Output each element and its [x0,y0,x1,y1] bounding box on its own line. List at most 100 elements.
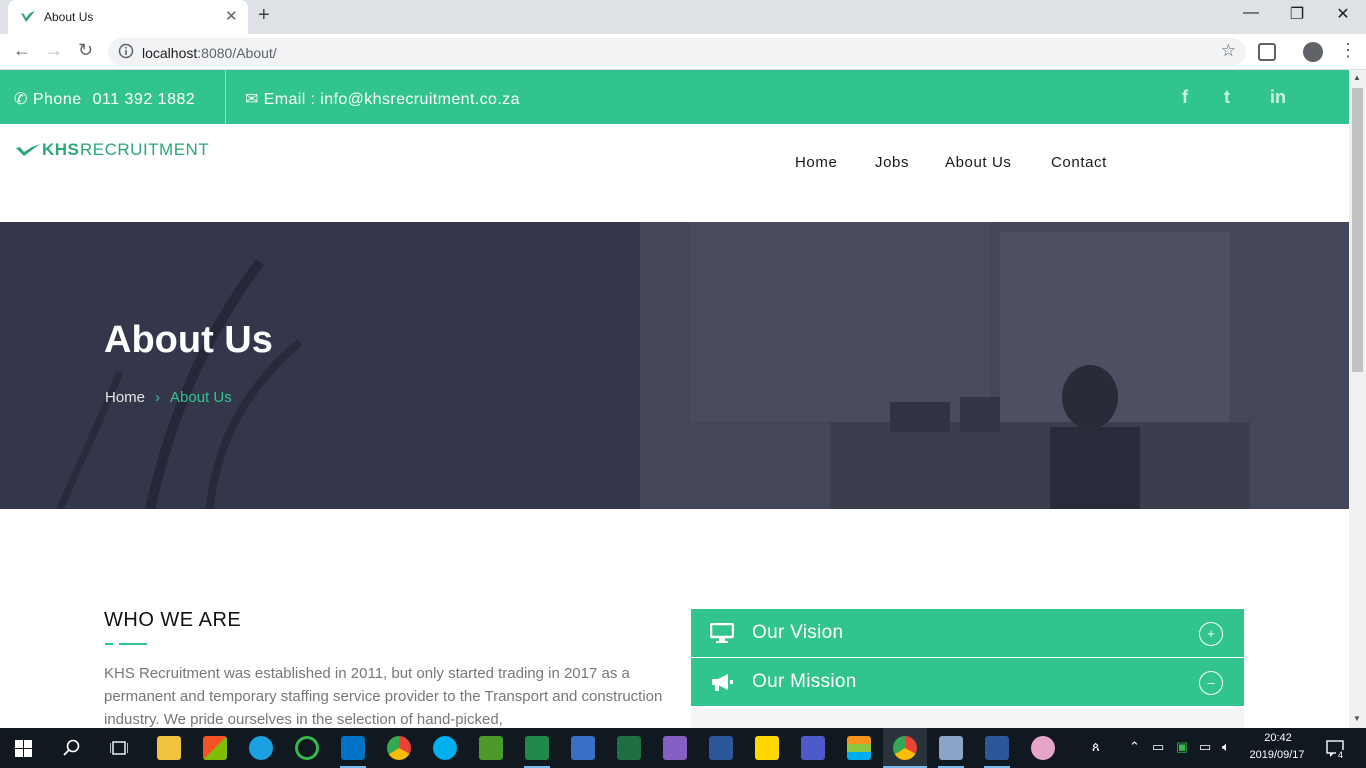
accordion-vision[interactable]: Our Vision + [691,609,1244,657]
breadcrumb: Home › About Us [105,389,232,406]
task-view-icon[interactable] [110,740,128,756]
restore-icon[interactable]: ❐ [1274,4,1320,24]
scrollbar-thumb[interactable] [1352,88,1363,372]
browser-menu-icon[interactable]: ⋮ [1339,40,1357,61]
email-info: ✉ Email : info@khsrecruitment.co.za [245,89,520,109]
info-icon[interactable] [118,43,134,59]
page-title: About Us [104,319,273,361]
skype-icon[interactable] [433,736,457,760]
url-path: :8080/About/ [197,45,277,61]
chrome-active-icon[interactable] [893,736,917,760]
email-label: Email : [263,91,316,108]
bookmark-star-icon[interactable]: ☆ [1221,41,1236,61]
nav-about[interactable]: About Us [945,154,1012,171]
logo-text-light: RECRUITMENT [80,140,210,159]
expand-icon[interactable]: + [1199,622,1223,646]
people-icon[interactable]: ጰ [1092,739,1100,755]
search-icon[interactable] [63,739,81,757]
accordion-vision-label: Our Vision [752,622,844,643]
sync-app-icon[interactable] [295,736,319,760]
url-text: localhost:8080/About/ [142,45,277,61]
reload-icon[interactable]: ↻ [78,40,93,61]
clock-time[interactable]: 20:42 [1250,732,1306,744]
notification-count: 4 [1336,750,1346,760]
page-banner: About Us Home › About Us [0,222,1349,509]
facebook-icon[interactable]: f [1182,87,1188,108]
chrome-icon[interactable] [387,736,411,760]
site-header: KHS RECRUITMENT Home Jobs About Us Conta… [0,124,1349,222]
web-page: ✆ Phone 011 392 1882 ✉ Email : info@khsr… [0,70,1349,728]
back-icon[interactable]: ← [13,40,31,61]
forward-icon[interactable]: → [45,40,63,61]
profile-avatar-icon[interactable] [1303,42,1323,62]
twitter-icon[interactable]: t [1224,87,1230,108]
browser-toolbar: ← → ↻ localhost:8080/About/ ☆ ⋮ [0,34,1366,70]
word-icon[interactable] [985,736,1009,760]
about-paragraph: KHS Recruitment was established in 2011,… [104,665,663,728]
collapse-icon[interactable]: – [1199,671,1223,695]
store-icon[interactable] [203,736,227,760]
phone-number[interactable]: 011 392 1882 [93,91,196,108]
teams-icon[interactable] [801,736,825,760]
logo-check-icon [16,144,40,156]
battery-icon[interactable]: ▭ [1199,739,1211,755]
visual-studio-icon[interactable] [663,736,687,760]
extension-icon[interactable] [1258,43,1276,61]
monitor-icon [710,623,734,643]
chart-app-icon[interactable] [479,736,503,760]
megaphone-icon [712,674,733,691]
sticky-notes-icon[interactable] [755,736,779,760]
chevron-up-icon[interactable]: ⌃ [1129,739,1140,755]
breadcrumb-current: About Us [170,389,232,406]
logo-text-bold: KHS [42,140,80,159]
windows-start-icon[interactable] [15,740,32,757]
phone-info: ✆ Phone 011 392 1882 [14,89,195,109]
chevron-right-icon: › [155,389,161,406]
phone-label: Phone [32,91,82,108]
site-favicon-icon [21,11,35,22]
windows-taskbar: ጰ ⌃ ▭ ▣ ▭ 🔈︎ 20:42 2019/09/17 4 [0,728,1366,768]
sage-app-icon[interactable] [525,736,549,760]
tab-title: About Us [44,10,94,24]
app-window-icon[interactable] [709,736,733,760]
banner-overlay [0,222,1349,509]
nav-jobs[interactable]: Jobs [875,154,909,171]
linkedin-icon[interactable]: in [1270,87,1286,108]
bluestacks-icon[interactable] [847,736,871,760]
section-heading: WHO WE ARE [104,609,242,631]
accordion-mission[interactable]: Our Mission – [691,658,1244,706]
envelope-icon: ✉ [245,91,259,108]
page-scrollbar[interactable]: ▲ ▼ [1349,70,1366,728]
contact-topbar: ✆ Phone 011 392 1882 ✉ Email : info@khsr… [0,70,1349,124]
address-bar[interactable]: localhost:8080/About/ ☆ [108,38,1246,66]
browser-tab-bar: About Us ✕ + — ❐ ✕ [0,0,1366,34]
volume-icon[interactable]: 🔈︎ [1222,739,1230,755]
paint-icon[interactable] [1031,736,1055,760]
new-tab-button[interactable]: + [258,4,270,27]
close-window-icon[interactable]: ✕ [1320,4,1366,24]
scroll-down-icon[interactable]: ▼ [1353,714,1361,723]
topbar-divider [225,70,226,124]
minimize-icon[interactable]: — [1228,4,1274,22]
tray-app-icon[interactable]: ▣ [1176,739,1188,755]
close-tab-icon[interactable]: ✕ [225,7,238,25]
nav-home[interactable]: Home [795,154,837,171]
scroll-up-icon[interactable]: ▲ [1353,73,1361,82]
outlook-icon[interactable] [341,736,365,760]
excel-icon[interactable] [617,736,641,760]
accordion-mission-label: Our Mission [752,671,857,692]
clock-date[interactable]: 2019/09/17 [1246,749,1308,761]
phone-icon: ✆ [14,91,28,108]
browser-tab[interactable]: About Us ✕ [8,0,248,34]
breadcrumb-home[interactable]: Home [105,389,145,406]
heading-underline [105,643,147,645]
nav-contact[interactable]: Contact [1051,154,1107,171]
remote-desktop-icon[interactable] [571,736,595,760]
internet-explorer-icon[interactable] [249,736,273,760]
url-host: localhost [142,45,198,61]
email-address[interactable]: info@khsrecruitment.co.za [320,91,520,108]
accordion-mission-body [691,708,1244,728]
network-icon[interactable]: ▭ [1152,739,1164,755]
file-explorer-icon[interactable] [157,736,181,760]
mail-app-icon[interactable] [939,736,963,760]
